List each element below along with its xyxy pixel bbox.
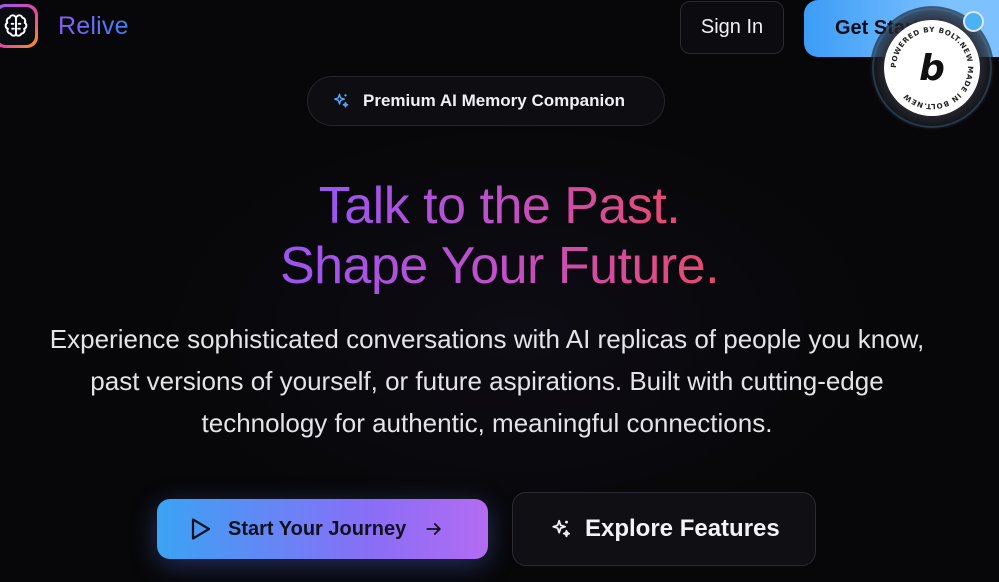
sparkles-icon [550,518,572,540]
description-line: past versions of yourself, or future asp… [90,366,884,396]
play-icon [190,517,212,541]
pill-label: Premium AI Memory Companion [363,91,625,110]
headline-text-1: Talk to the Past. [318,177,681,235]
explore-features-label: Explore Features [585,515,780,542]
explore-features-button[interactable]: Explore Features [512,492,816,566]
brand-logo[interactable] [0,4,38,48]
brand-name[interactable]: Relive [58,12,129,41]
badge-ring-text: POWERED BY BOLT.NEW MADE IN BOLT.NEW [889,25,975,111]
sparkle-icon [332,92,350,110]
description-line: technology for authentic, meaningful con… [201,408,773,438]
sign-in-button[interactable]: Sign In [680,1,784,54]
start-journey-button[interactable]: Start Your Journey [157,499,488,559]
description-line: Experience sophisticated conversations w… [49,324,925,354]
brain-icon [3,13,29,39]
premium-pill: Premium AI Memory Companion [307,76,665,126]
hero-description: Experience sophisticated conversations w… [0,318,974,444]
headline-line-2: Shape Your Future. [0,236,999,296]
status-dot [963,11,984,32]
headline-line-1: Talk to the Past. [0,176,999,236]
arrow-right-icon [424,519,444,539]
badge-disc: POWERED BY BOLT.NEW MADE IN BOLT.NEW b [884,20,980,116]
svg-text:POWERED BY BOLT.NEW MADE IN BO: POWERED BY BOLT.NEW MADE IN BOLT.NEW [889,25,975,111]
landing-page: Relive Sign In Get Started POWERED BY BO… [0,0,999,582]
headline-text-2: Shape Your Future. [279,237,720,295]
start-journey-label: Start Your Journey [228,517,407,540]
